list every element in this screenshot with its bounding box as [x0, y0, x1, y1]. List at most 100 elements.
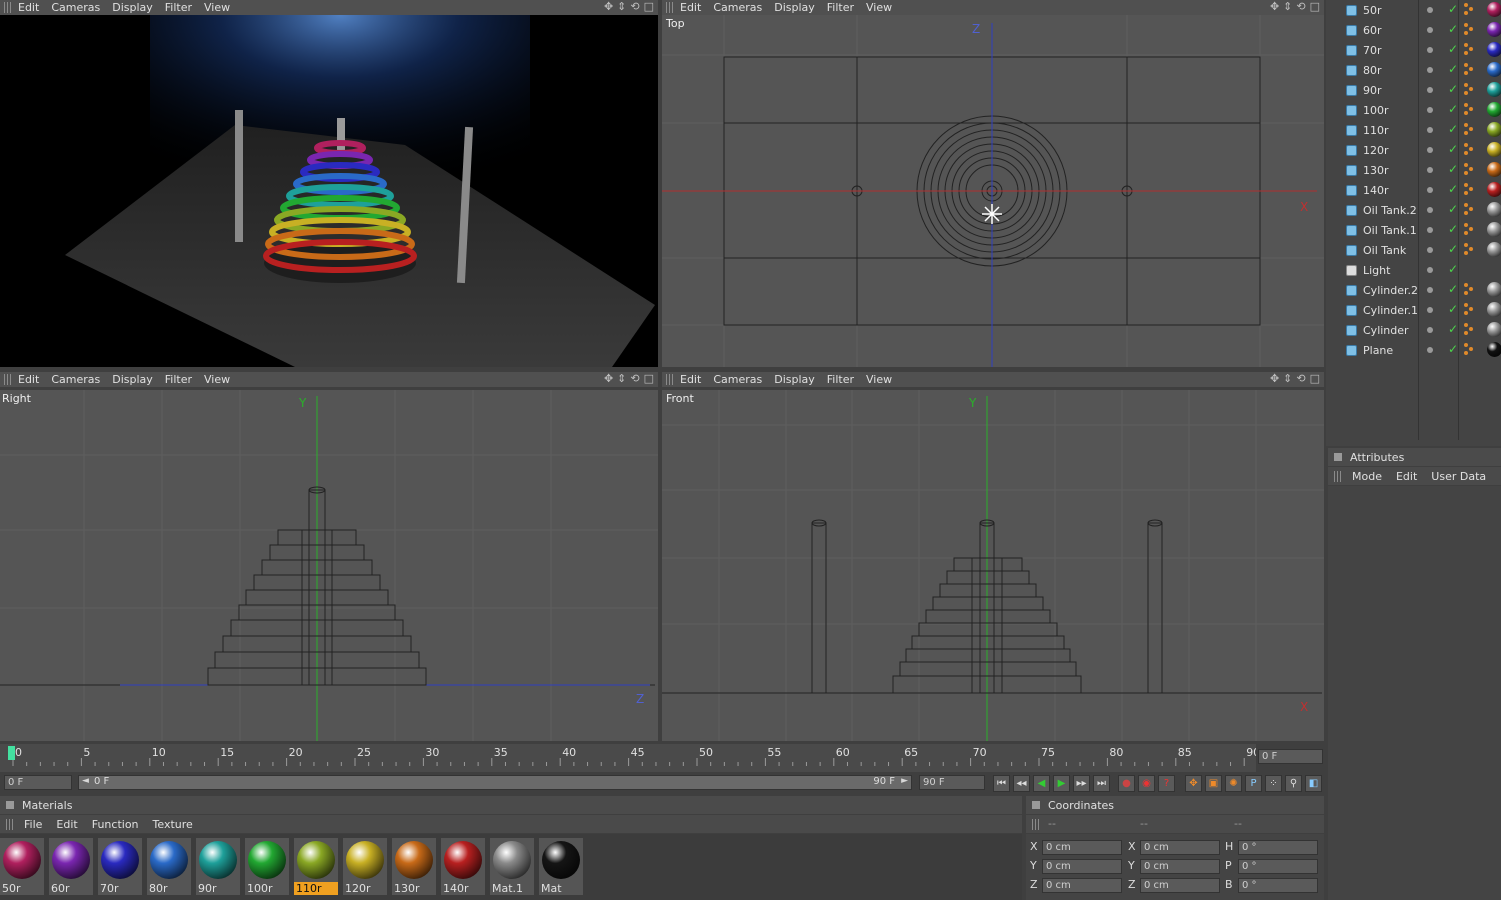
enabled-check-icon[interactable]: ✓ — [1448, 342, 1458, 356]
object-name[interactable]: 60r — [1363, 24, 1427, 37]
phong-tag-icon[interactable] — [1464, 203, 1474, 215]
enabled-check-icon[interactable]: ✓ — [1448, 162, 1458, 176]
size-field[interactable]: 0 cm — [1140, 859, 1220, 874]
object-name[interactable]: 70r — [1363, 44, 1427, 57]
zoom-view-icon[interactable]: ⇕ — [1283, 372, 1292, 385]
phong-tag-icon[interactable] — [1464, 103, 1474, 115]
phong-tag-icon[interactable] — [1464, 83, 1474, 95]
enabled-check-icon[interactable]: ✓ — [1448, 262, 1458, 276]
object-name[interactable]: 90r — [1363, 84, 1427, 97]
enabled-check-icon[interactable]: ✓ — [1448, 102, 1458, 116]
menu-cameras[interactable]: Cameras — [51, 1, 100, 14]
material-swatch[interactable]: 80r — [147, 838, 191, 895]
object-row[interactable]: 130r ✓ — [1330, 160, 1501, 180]
size-mode[interactable]: -- — [1140, 817, 1148, 830]
material-swatch[interactable]: 100r — [245, 838, 289, 895]
enabled-check-icon[interactable]: ✓ — [1448, 62, 1458, 76]
range-left-arrow[interactable]: ◄ — [82, 776, 89, 786]
object-row[interactable]: 60r ✓ — [1330, 20, 1501, 40]
play-backward-icon[interactable]: ◀ — [1033, 775, 1050, 792]
enabled-check-icon[interactable]: ✓ — [1448, 82, 1458, 96]
goto-start-icon[interactable]: ⏮ — [993, 775, 1010, 792]
material-tag-icon[interactable] — [1487, 42, 1501, 57]
material-tag-icon[interactable] — [1487, 322, 1501, 337]
menu-display[interactable]: Display — [112, 373, 153, 386]
material-tag-icon[interactable] — [1487, 202, 1501, 217]
size-field[interactable]: 0 cm — [1140, 840, 1220, 855]
zoom-view-icon[interactable]: ⇕ — [617, 372, 626, 385]
range-right-arrow[interactable]: ► — [901, 776, 908, 786]
menu-edit[interactable]: Edit — [18, 373, 39, 386]
object-row[interactable]: 100r ✓ — [1330, 100, 1501, 120]
object-name[interactable]: Cylinder — [1363, 324, 1427, 337]
material-tag-icon[interactable] — [1487, 242, 1501, 257]
object-row[interactable]: Oil Tank ✓ — [1330, 240, 1501, 260]
object-row[interactable]: Cylinder.1 ✓ — [1330, 300, 1501, 320]
enabled-check-icon[interactable]: ✓ — [1448, 122, 1458, 136]
move-view-icon[interactable]: ✥ — [604, 0, 613, 13]
next-key-icon[interactable]: ▸▸ — [1073, 775, 1090, 792]
object-name[interactable]: Plane — [1363, 344, 1427, 357]
object-row[interactable]: 50r ✓ — [1330, 0, 1501, 20]
menu-grip-icon[interactable] — [4, 374, 12, 385]
menu-edit[interactable]: Edit — [18, 1, 39, 14]
object-name[interactable]: Cylinder.2 — [1363, 284, 1427, 297]
visibility-dot-icon[interactable] — [1427, 167, 1433, 173]
enabled-check-icon[interactable]: ✓ — [1448, 242, 1458, 256]
material-swatch[interactable]: 120r — [343, 838, 387, 895]
scale-key-icon[interactable]: ▣ — [1205, 775, 1222, 792]
visibility-dot-icon[interactable] — [1427, 7, 1433, 13]
visibility-dot-icon[interactable] — [1427, 127, 1433, 133]
phong-tag-icon[interactable] — [1464, 163, 1474, 175]
material-tag-icon[interactable] — [1487, 62, 1501, 77]
menu-filter[interactable]: Filter — [165, 1, 192, 14]
autokey-icon[interactable]: ◉ — [1138, 775, 1155, 792]
material-tag-icon[interactable] — [1487, 142, 1501, 157]
timeline-window-icon[interactable]: ◧ — [1305, 775, 1322, 792]
object-row[interactable]: 120r ✓ — [1330, 140, 1501, 160]
object-row[interactable]: Cylinder ✓ — [1330, 320, 1501, 340]
rotation-field[interactable]: 0 ° — [1238, 840, 1318, 855]
phong-tag-icon[interactable] — [1464, 63, 1474, 75]
phong-tag-icon[interactable] — [1464, 223, 1474, 235]
material-tag-icon[interactable] — [1487, 122, 1501, 137]
zoom-view-icon[interactable]: ⇕ — [1283, 0, 1292, 13]
object-name[interactable]: 80r — [1363, 64, 1427, 77]
move-view-icon[interactable]: ✥ — [1270, 0, 1279, 13]
panel-icon[interactable] — [1032, 801, 1040, 809]
menu-filter[interactable]: Filter — [827, 1, 854, 14]
object-name[interactable]: Cylinder.1 — [1363, 304, 1427, 317]
rotation-mode[interactable]: -- — [1234, 817, 1242, 830]
menu-cameras[interactable]: Cameras — [713, 1, 762, 14]
visibility-dot-icon[interactable] — [1427, 267, 1433, 273]
rotate-view-icon[interactable]: ⟲ — [1296, 0, 1305, 13]
material-tag-icon[interactable] — [1487, 302, 1501, 317]
material-tag-icon[interactable] — [1487, 102, 1501, 117]
enabled-check-icon[interactable]: ✓ — [1448, 42, 1458, 56]
menu-grip-icon[interactable] — [4, 2, 12, 13]
record-key-icon[interactable]: ● — [1118, 775, 1135, 792]
move-view-icon[interactable]: ✥ — [1270, 372, 1279, 385]
rotate-view-icon[interactable]: ⟲ — [1296, 372, 1305, 385]
phong-tag-icon[interactable] — [1464, 123, 1474, 135]
rotate-view-icon[interactable]: ⟲ — [630, 0, 639, 13]
menu-edit[interactable]: Edit — [680, 1, 701, 14]
enabled-check-icon[interactable]: ✓ — [1448, 2, 1458, 16]
object-name[interactable]: 110r — [1363, 124, 1427, 137]
menu-cameras[interactable]: Cameras — [51, 373, 100, 386]
prev-key-icon[interactable]: ◂◂ — [1013, 775, 1030, 792]
menu-mode[interactable]: Mode — [1352, 470, 1382, 483]
phong-tag-icon[interactable] — [1464, 143, 1474, 155]
playhead[interactable] — [8, 746, 15, 760]
menu-filter[interactable]: Filter — [827, 373, 854, 386]
panel-icon[interactable] — [1334, 453, 1342, 461]
visibility-dot-icon[interactable] — [1427, 207, 1433, 213]
object-row[interactable]: Light ✓ — [1330, 260, 1501, 280]
object-name[interactable]: 130r — [1363, 164, 1427, 177]
move-key-icon[interactable]: ✥ — [1185, 775, 1202, 792]
position-field[interactable]: 0 cm — [1042, 859, 1122, 874]
material-tag-icon[interactable] — [1487, 82, 1501, 97]
material-swatch[interactable]: 70r — [98, 838, 142, 895]
material-swatch[interactable]: Mat — [539, 838, 583, 895]
rotate-view-icon[interactable]: ⟲ — [630, 372, 639, 385]
